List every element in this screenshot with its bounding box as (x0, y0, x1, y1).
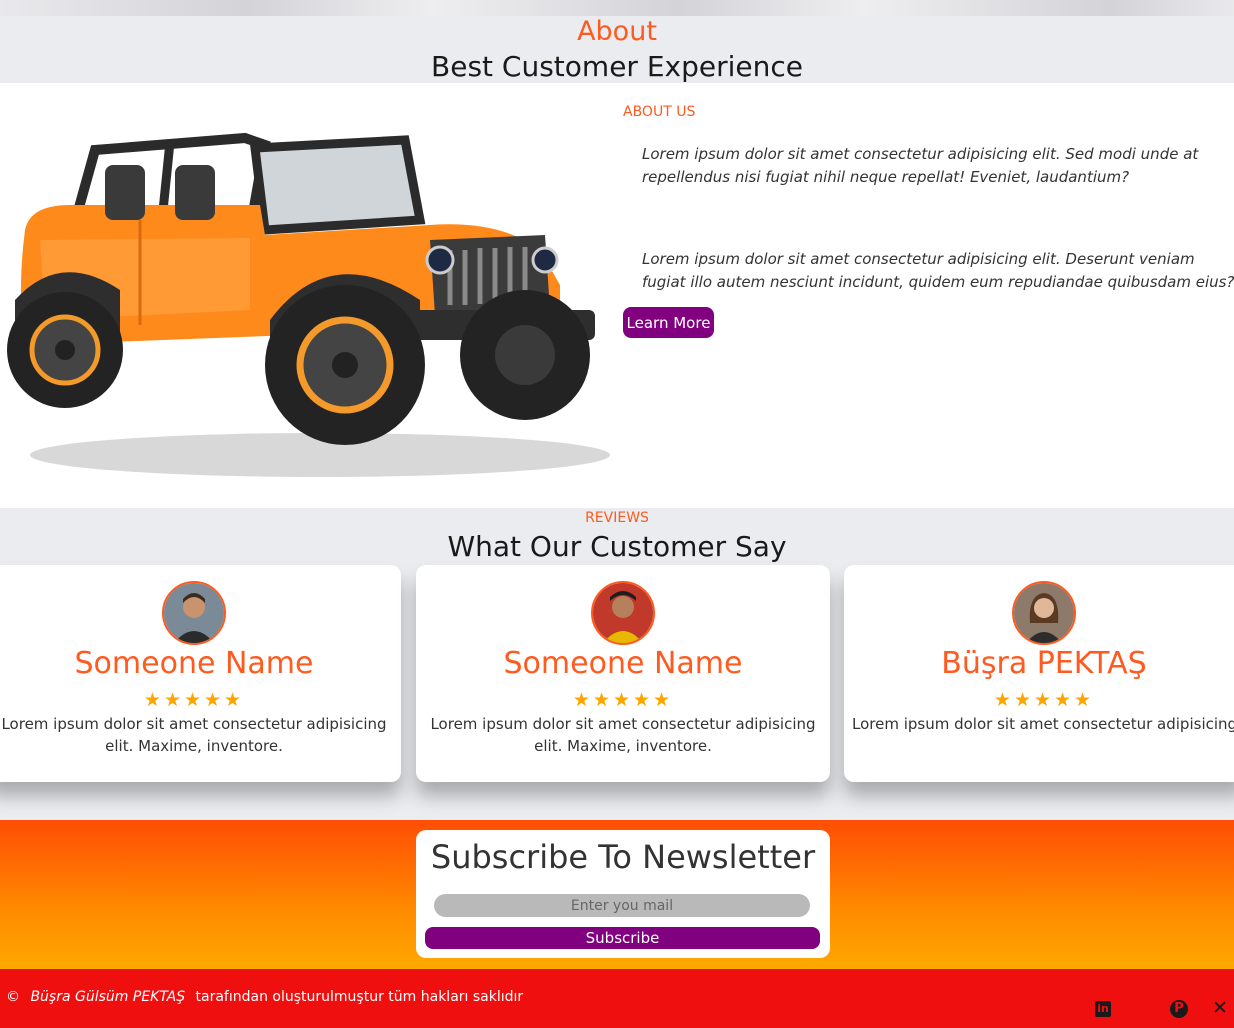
newsletter-box: Subscribe To Newsletter Subscribe (416, 830, 830, 958)
top-strip (0, 0, 1234, 16)
review-card: Büşra PEKTAŞ ★★★★★ Lorem ipsum dolor sit… (844, 565, 1234, 782)
footer: © Büşra Gülsüm PEKTAŞ tarafından oluştur… (0, 969, 1234, 1028)
avatar (162, 581, 226, 645)
copyright: © Büşra Gülsüm PEKTAŞ tarafından oluştur… (6, 989, 523, 1005)
reviews-label: REVIEWS (585, 510, 649, 526)
copyright-symbol: © (6, 989, 20, 1005)
review-card: Someone Name ★★★★★ Lorem ipsum dolor sit… (0, 565, 401, 782)
author-name: Büşra Gülsüm PEKTAŞ (30, 989, 186, 1005)
about-us-label: ABOUT US (623, 104, 696, 120)
about-title: About (577, 16, 657, 47)
pinterest-icon[interactable]: P (1170, 997, 1188, 1018)
review-text: Lorem ipsum dolor sit amet consectetur a… (1, 715, 387, 755)
review-text: Lorem ipsum dolor sit amet consectetur a… (852, 715, 1234, 733)
x-icon[interactable]: ✕ (1212, 997, 1228, 1019)
copyright-text: tarafından oluşturulmuştur tüm hakları s… (195, 989, 524, 1005)
star-rating: ★★★★★ (572, 689, 674, 711)
learn-more-button[interactable]: Learn More (623, 307, 714, 338)
review-card: Someone Name ★★★★★ Lorem ipsum dolor sit… (416, 565, 830, 782)
about-paragraph-1: Lorem ipsum dolor sit amet consectetur a… (642, 145, 1199, 186)
star-rating: ★★★★★ (143, 689, 245, 711)
reviewer-name: Someone Name (503, 646, 743, 681)
subscribe-button[interactable]: Subscribe (425, 927, 820, 949)
avatar (1012, 581, 1076, 645)
reviews-title: What Our Customer Say (447, 530, 787, 563)
avatar (591, 581, 655, 645)
about-paragraph-2: Lorem ipsum dolor sit amet consectetur a… (642, 250, 1234, 291)
linkedin-icon[interactable]: in (1095, 997, 1111, 1017)
email-input[interactable] (434, 894, 810, 917)
jeep-image (7, 132, 610, 477)
about-subtitle: Best Customer Experience (431, 50, 803, 83)
reviewer-name: Büşra PEKTAŞ (941, 646, 1147, 681)
reviewer-name: Someone Name (74, 646, 314, 681)
newsletter-title: Subscribe To Newsletter (430, 838, 816, 876)
review-text: Lorem ipsum dolor sit amet consectetur a… (430, 715, 816, 755)
star-rating: ★★★★★ (993, 689, 1095, 711)
